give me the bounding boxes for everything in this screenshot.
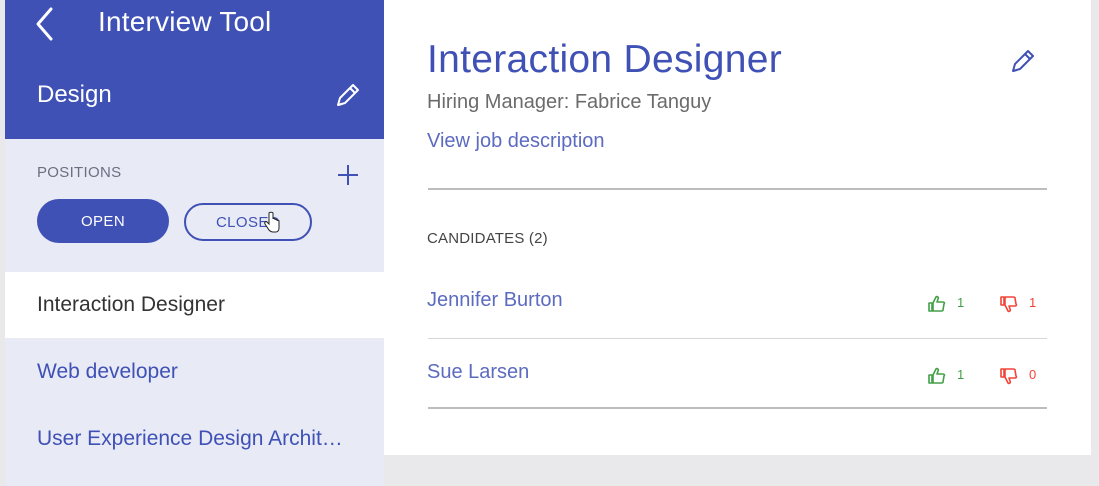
open-filter-button[interactable]: OPEN xyxy=(37,199,169,243)
thumbs-up-count: 1 xyxy=(957,295,965,310)
edit-job-icon[interactable] xyxy=(1006,46,1038,78)
thumbs-up-count: 1 xyxy=(957,367,965,382)
edit-department-icon[interactable] xyxy=(331,80,363,112)
candidate-row: Sue Larsen 1 0 xyxy=(427,341,1047,411)
candidate-row: Jennifer Burton 1 1 xyxy=(427,269,1047,339)
candidates-label: CANDIDATES (2) xyxy=(427,230,548,247)
main-panel: Interaction Designer Hiring Manager: Fab… xyxy=(384,0,1091,455)
thumbs-down-icon[interactable] xyxy=(1000,295,1018,313)
candidate-name[interactable]: Sue Larsen xyxy=(427,361,529,384)
closed-filter-button[interactable]: CLOSED xyxy=(184,203,312,241)
position-item-interaction-designer[interactable]: Interaction Designer xyxy=(5,272,384,338)
thumbs-down-count: 1 xyxy=(1029,295,1037,310)
row-divider xyxy=(428,338,1047,339)
candidate-name[interactable]: Jennifer Burton xyxy=(427,289,563,312)
sidebar-header: Interview Tool Design xyxy=(5,0,384,139)
header-divider xyxy=(428,188,1047,190)
thumbs-up-icon[interactable] xyxy=(928,367,946,385)
app-title: Interview Tool xyxy=(98,6,272,37)
thumbs-down-count: 0 xyxy=(1029,367,1037,382)
position-item-ux-design-architect[interactable]: User Experience Design Archit… xyxy=(5,406,384,472)
hiring-manager: Hiring Manager: Fabrice Tanguy xyxy=(427,91,712,113)
thumbs-up-icon[interactable] xyxy=(928,295,946,313)
view-job-description-link[interactable]: View job description xyxy=(427,130,605,153)
position-item-web-developer[interactable]: Web developer xyxy=(5,339,384,405)
sidebar: Interview Tool Design POSITIONS OPEN CLO… xyxy=(5,0,384,486)
positions-label: POSITIONS xyxy=(37,164,122,181)
thumbs-down-icon[interactable] xyxy=(1000,367,1018,385)
job-title: Interaction Designer xyxy=(427,38,783,81)
add-position-icon[interactable] xyxy=(333,160,363,190)
footer-divider xyxy=(428,407,1047,409)
department-name: Design xyxy=(37,81,112,108)
back-arrow-icon[interactable] xyxy=(29,5,61,43)
